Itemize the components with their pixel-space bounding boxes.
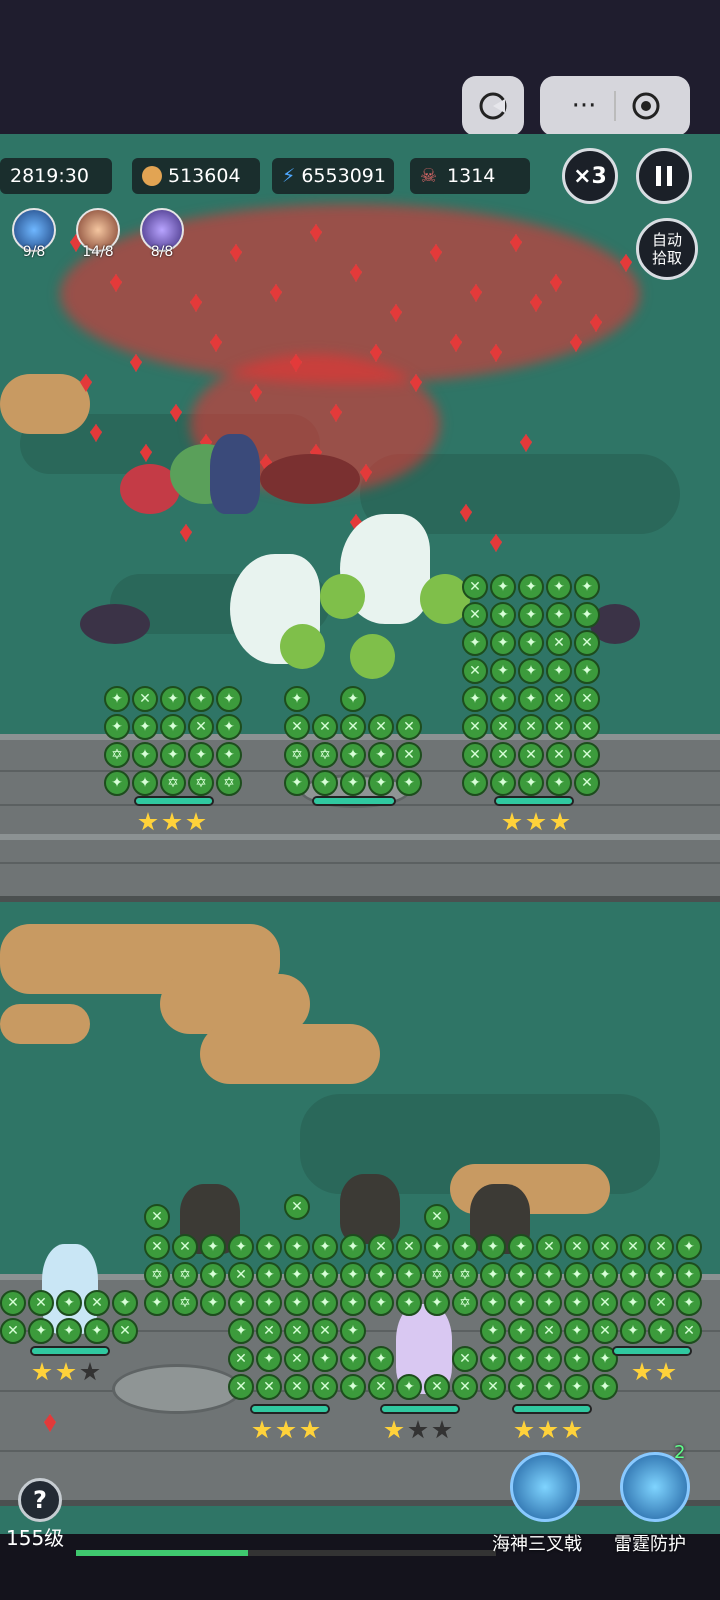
- speed-label: ×3: [573, 163, 607, 189]
- auto-pickup-button[interactable]: 自动拾取: [636, 218, 698, 280]
- cactus-enemy: [280, 624, 325, 669]
- cactus-enemy: [320, 574, 365, 619]
- coin-counter: 513604: [132, 158, 260, 194]
- thunder-shield-ultimate-label: 雷霆防护: [614, 1534, 686, 1555]
- empty-tower-pedestal[interactable]: [112, 1364, 242, 1414]
- xp-fill: [76, 1550, 249, 1556]
- tower-hp-bar: [30, 1346, 110, 1356]
- coin-value: 513604: [168, 165, 241, 187]
- kill-value: 1314: [447, 165, 496, 187]
- tower-star-rating: [32, 1362, 100, 1382]
- cactus-enemy: [350, 634, 395, 679]
- mage-enemy: [210, 434, 260, 514]
- xp-progress-bar: [76, 1550, 496, 1556]
- mini-game-button[interactable]: [462, 76, 524, 136]
- tower-star-rating: [514, 1420, 582, 1440]
- skill-count: 9/8: [22, 244, 46, 260]
- bat-enemy: [80, 604, 150, 644]
- battlefield: ✦ ✕ ✦ ✦ ✦ ✦ ✦ ✦ ✕ ✦ ✡ ✦ ✦ ✦ ✦ ✦ ✦ ✡ ✡ ✡ ✦ ✦ ✕ ✕ ✕ ✕ ✕ ✡ ✡ ✦ ✦ ✕ ✦…: [0, 134, 720, 1534]
- trident-ultimate-label: 海神三叉戟: [492, 1534, 582, 1555]
- capsule-menu: ···: [540, 76, 690, 136]
- pause-button[interactable]: [636, 148, 692, 204]
- tower-hp-bar: [250, 1404, 330, 1414]
- tower-star-rating: [384, 1420, 452, 1440]
- bottom-bar: [0, 1534, 720, 1600]
- tower-star-rating: [632, 1362, 676, 1382]
- game-screen: ··· ✦ ✕ ✦ ✦ ✦ ✦ ✦ ✦ ✕ ✦ ✡ ✦ ✦ ✦ ✦ ✦ ✦ ✡ …: [0, 0, 720, 1600]
- help-label: ?: [33, 1486, 47, 1514]
- tower-star-rating: [138, 812, 206, 832]
- pause-icon: [656, 166, 672, 186]
- trident-ultimate-button[interactable]: [510, 1452, 580, 1522]
- skull-icon: ☠: [420, 165, 438, 187]
- speed-button[interactable]: ×3: [562, 148, 618, 204]
- skill-count: 8/8: [150, 244, 174, 260]
- damage-counter: ⚡ 6553091: [272, 158, 394, 194]
- pacman-icon: [479, 92, 507, 120]
- tower-hp-bar: [612, 1346, 692, 1356]
- kill-counter: ☠ 1314: [410, 158, 530, 194]
- upper-wall-walkway: [0, 834, 720, 902]
- ultimate-charge-count: 2: [674, 1442, 686, 1463]
- coin-icon: [142, 166, 162, 186]
- auto-pickup-label: 自动拾取: [651, 231, 682, 267]
- close-target-icon[interactable]: [616, 90, 676, 122]
- more-icon[interactable]: ···: [554, 91, 614, 121]
- timer-value: 2819:30: [10, 165, 89, 187]
- tower-star-rating: [502, 812, 570, 832]
- timer-display: 2819:30: [0, 158, 112, 194]
- lightning-icon: ⚡: [282, 165, 296, 187]
- tower-hp-bar: [512, 1404, 592, 1414]
- beast-enemy: [260, 454, 360, 504]
- damage-value: 6553091: [301, 165, 386, 187]
- player-level: 155级: [6, 1526, 65, 1550]
- help-button[interactable]: ?: [18, 1478, 62, 1522]
- tower-star-rating: [252, 1420, 320, 1440]
- tower-hp-bar: [380, 1404, 460, 1414]
- skill-count: 14/8: [82, 244, 114, 260]
